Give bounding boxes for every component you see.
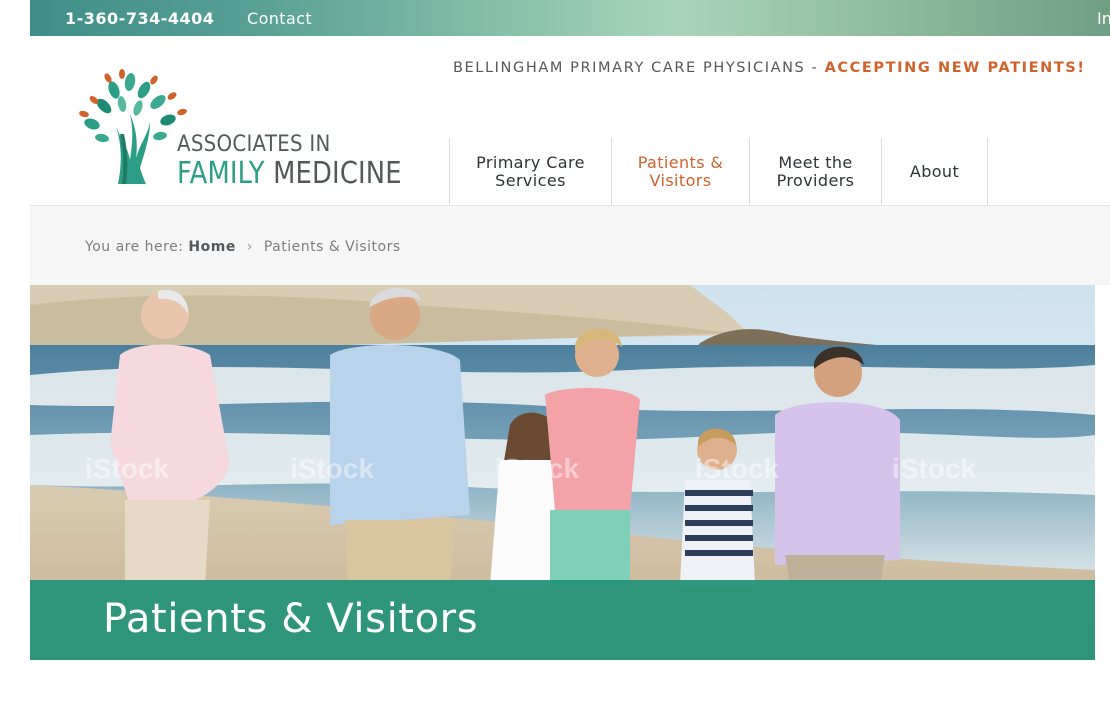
nav-primary-care-services[interactable]: Primary Care Services xyxy=(449,138,611,205)
page-title: Patients & Visitors xyxy=(103,596,479,642)
nav-label: Meet the Providers xyxy=(776,152,855,190)
header-tagline: BELLINGHAM PRIMARY CARE PHYSICIANS - ACC… xyxy=(453,60,1086,76)
top-utility-bar: 1-360-734-4404 Contact In xyxy=(30,0,1110,36)
nav-meet-the-providers[interactable]: Meet the Providers xyxy=(749,138,881,205)
watermark-3: iStock xyxy=(495,453,579,484)
nav-patients-visitors[interactable]: Patients & Visitors xyxy=(611,138,749,205)
tagline-accent: ACCEPTING NEW PATIENTS! xyxy=(824,60,1086,76)
hero-title-band: Patients & Visitors xyxy=(30,580,1095,660)
nav-about[interactable]: About xyxy=(881,138,988,205)
breadcrumb: You are here: Home › Patients & Visitors xyxy=(30,205,1110,285)
hero-banner: iStock iStock iStock iStock iStock Patie… xyxy=(30,285,1095,660)
logo-text-medicine: MEDICINE xyxy=(264,156,402,191)
breadcrumb-home-link[interactable]: Home xyxy=(188,239,235,255)
truncated-topbar-link[interactable]: In xyxy=(1097,9,1110,28)
watermark-5: iStock xyxy=(892,453,976,484)
watermark-1: iStock xyxy=(85,453,169,484)
watermark-4: iStock xyxy=(695,453,779,484)
phone-link[interactable]: 1-360-734-4404 xyxy=(65,9,214,28)
breadcrumb-prefix: You are here: xyxy=(85,239,184,255)
breadcrumb-separator: › xyxy=(246,239,253,255)
nav-label: Patients & Visitors xyxy=(637,152,724,190)
breadcrumb-current: Patients & Visitors xyxy=(263,239,401,255)
logo-text-line1: ASSOCIATES IN xyxy=(177,132,331,157)
watermark-2: iStock xyxy=(290,453,374,484)
logo-text-line2: FAMILY MEDICINE xyxy=(177,156,402,191)
tree-logo-icon xyxy=(79,69,187,184)
contact-link[interactable]: Contact xyxy=(247,9,312,28)
main-navigation: Primary Care Services Patients & Visitor… xyxy=(449,138,988,205)
nav-label: About xyxy=(909,161,960,181)
logo-text-family: FAMILY xyxy=(177,156,265,191)
nav-label: Primary Care Services xyxy=(476,152,585,190)
site-logo[interactable]: ASSOCIATES IN FAMILY MEDICINE xyxy=(78,68,418,191)
tagline-text: BELLINGHAM PRIMARY CARE PHYSICIANS - xyxy=(453,60,825,76)
